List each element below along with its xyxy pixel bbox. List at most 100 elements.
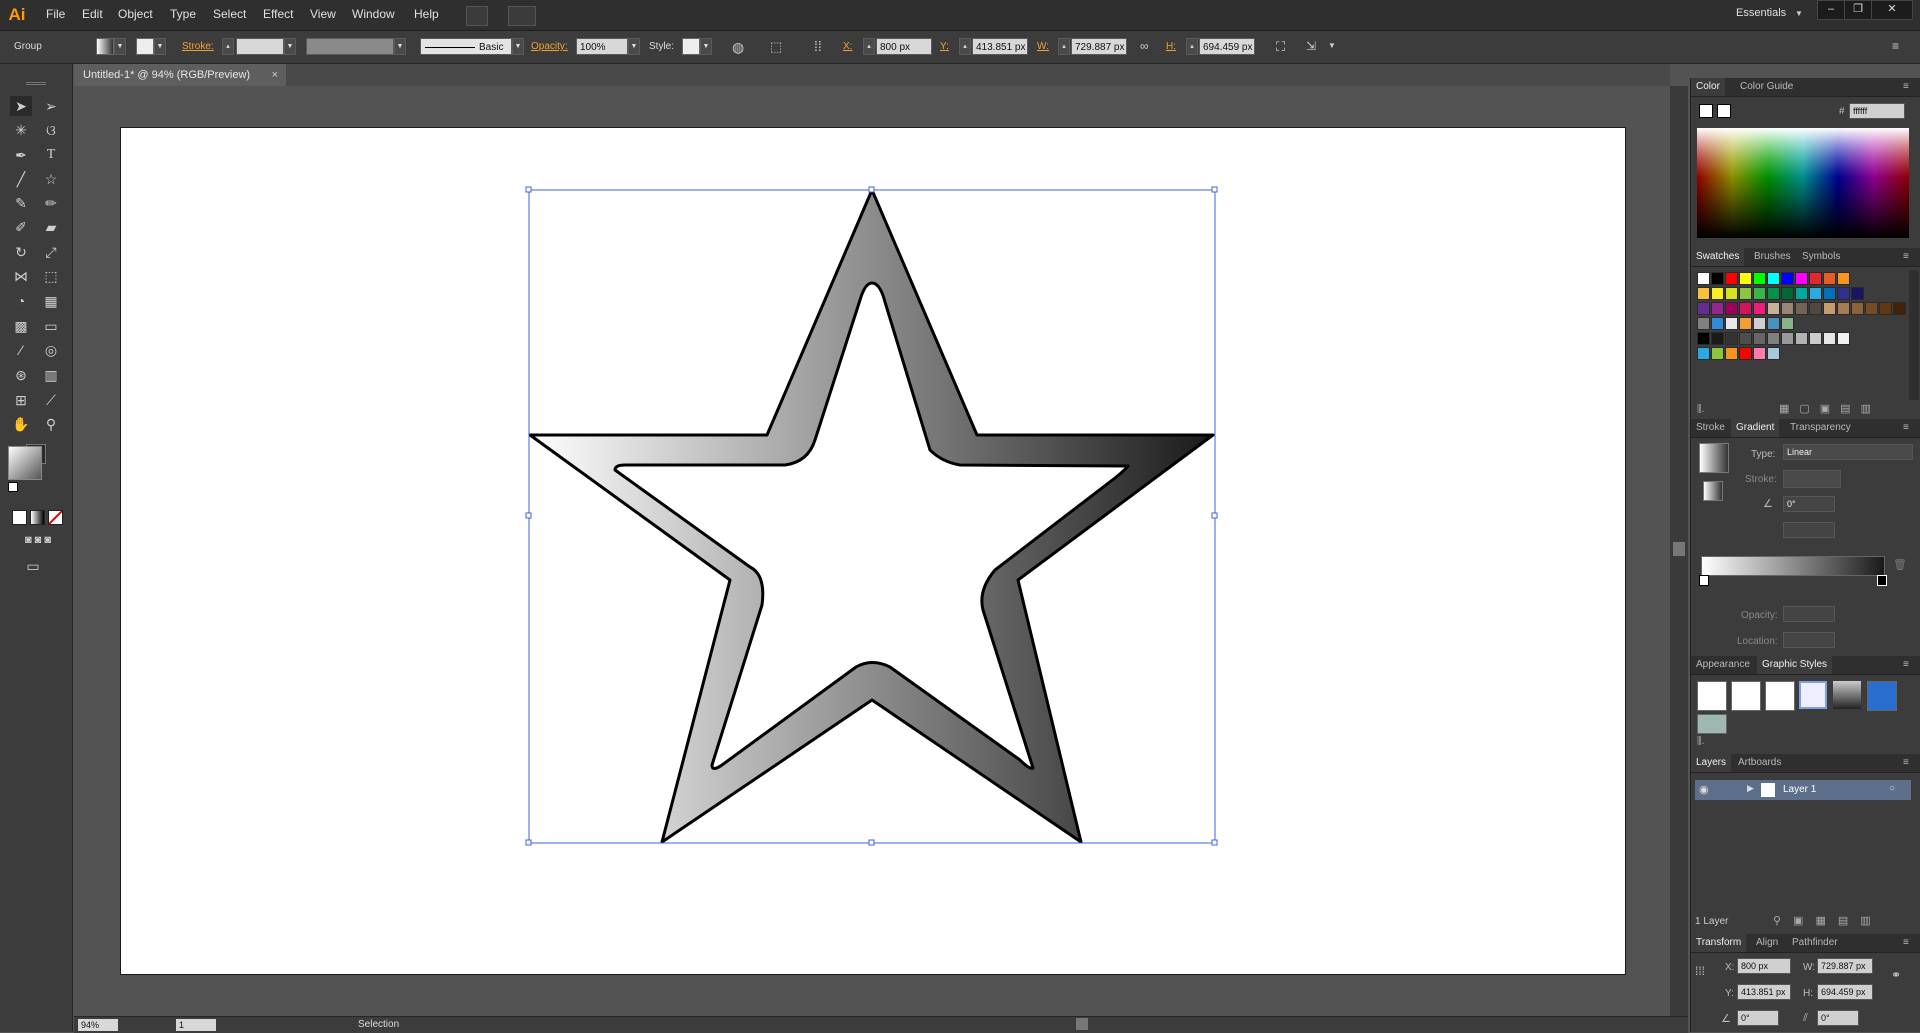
aspect-ratio-field[interactable] — [1783, 522, 1835, 538]
swatch[interactable] — [1739, 272, 1752, 285]
swatch[interactable] — [1879, 302, 1892, 315]
swatch[interactable] — [1753, 332, 1766, 345]
gradient-location-field[interactable] — [1783, 632, 1835, 648]
color-fill-indicator[interactable] — [1699, 104, 1713, 118]
swatch[interactable] — [1865, 302, 1878, 315]
style-yellow-blue[interactable] — [1867, 681, 1897, 711]
swatch[interactable] — [1711, 302, 1724, 315]
layer-visibility-icon[interactable]: ◉ — [1699, 783, 1709, 796]
swatch[interactable] — [1725, 332, 1738, 345]
gradient-stroke-options[interactable] — [1783, 470, 1841, 488]
swatch[interactable] — [1893, 302, 1906, 315]
swatch[interactable] — [1753, 302, 1766, 315]
gradient-type-select[interactable]: Linear — [1783, 444, 1913, 460]
swatch[interactable] — [1753, 272, 1766, 285]
swatch[interactable] — [1711, 272, 1724, 285]
style-texture[interactable] — [1697, 714, 1727, 734]
swatch[interactable] — [1739, 287, 1752, 300]
tab-artboards[interactable]: Artboards — [1733, 754, 1786, 772]
reference-point-locator-icon[interactable]: ⁞⁞⁞ — [1695, 964, 1705, 978]
swatch[interactable] — [1781, 317, 1794, 330]
swatch[interactable] — [1697, 287, 1710, 300]
style-default[interactable] — [1697, 681, 1727, 711]
swatch[interactable] — [1725, 287, 1738, 300]
tab-align[interactable]: Align — [1751, 934, 1783, 952]
swatch[interactable] — [1697, 317, 1710, 330]
swatch[interactable] — [1795, 302, 1808, 315]
style-none[interactable] — [1731, 681, 1761, 711]
swatches-panel-menu-icon[interactable]: ≡ — [1903, 251, 1917, 263]
tab-swatches[interactable]: Swatches — [1691, 248, 1745, 266]
swatch[interactable] — [1767, 287, 1780, 300]
layer-name[interactable]: Layer 1 — [1783, 784, 1816, 795]
swatch[interactable] — [1795, 287, 1808, 300]
transform-y-field[interactable]: 413.851 px — [1737, 984, 1791, 1000]
swatch[interactable] — [1823, 332, 1836, 345]
layer-expand-icon[interactable]: ▶ — [1747, 783, 1754, 794]
style-blue-frame[interactable] — [1799, 681, 1827, 709]
swatch[interactable] — [1795, 332, 1808, 345]
tab-stroke[interactable]: Stroke — [1691, 419, 1730, 437]
constrain-link-icon[interactable]: ⚭ — [1891, 968, 1901, 982]
swatch[interactable] — [1739, 317, 1752, 330]
gradient-panel-menu-icon[interactable]: ≡ — [1903, 422, 1917, 434]
tab-layers[interactable]: Layers — [1691, 754, 1732, 772]
swatch[interactable] — [1725, 317, 1738, 330]
gradient-angle-field[interactable]: 0° — [1783, 496, 1835, 512]
swatch[interactable] — [1809, 332, 1822, 345]
tab-brushes[interactable]: Brushes — [1749, 248, 1796, 266]
horizontal-scroll-thumb[interactable] — [1076, 1018, 1088, 1030]
swatch[interactable] — [1781, 272, 1794, 285]
swatch[interactable] — [1809, 287, 1822, 300]
color-panel-menu-icon[interactable]: ≡ — [1903, 81, 1917, 93]
style-dark-gradient[interactable] — [1833, 681, 1861, 709]
swatch[interactable] — [1837, 287, 1850, 300]
delete-stop-icon[interactable]: 🗑 — [1893, 558, 1907, 571]
swatch[interactable] — [1739, 347, 1752, 360]
style-libraries-icon[interactable]: ⫼. — [1697, 736, 1704, 747]
zoom-field[interactable]: 94% — [78, 1019, 118, 1031]
layer-row[interactable]: ◉ ▶ Layer 1 ○ — [1695, 780, 1911, 800]
tab-color-guide[interactable]: Color Guide — [1735, 78, 1798, 96]
swatch[interactable] — [1823, 272, 1836, 285]
swatch[interactable] — [1697, 347, 1710, 360]
swatch[interactable] — [1697, 302, 1710, 315]
swatch[interactable] — [1753, 347, 1766, 360]
swatch[interactable] — [1739, 302, 1752, 315]
swatch[interactable] — [1823, 287, 1836, 300]
swatch[interactable] — [1837, 272, 1850, 285]
transform-panel-menu-icon[interactable]: ≡ — [1903, 937, 1917, 949]
layers-panel-menu-icon[interactable]: ≡ — [1903, 757, 1917, 769]
swatch[interactable] — [1837, 302, 1850, 315]
swatch[interactable] — [1753, 317, 1766, 330]
gradient-slider[interactable] — [1701, 556, 1885, 576]
tab-pathfinder[interactable]: Pathfinder — [1787, 934, 1843, 952]
style-red-none[interactable] — [1765, 681, 1795, 711]
tab-color[interactable]: Color — [1691, 78, 1725, 96]
transform-shear-field[interactable]: 0° — [1817, 1010, 1859, 1026]
color-spectrum[interactable] — [1697, 128, 1909, 238]
swatch[interactable] — [1795, 272, 1808, 285]
swatch[interactable] — [1725, 302, 1738, 315]
swatch[interactable] — [1823, 302, 1836, 315]
vertical-scrollbar[interactable] — [1670, 86, 1688, 1016]
swatch[interactable] — [1851, 302, 1864, 315]
vertical-scroll-thumb[interactable] — [1673, 542, 1685, 556]
swatch[interactable] — [1711, 287, 1724, 300]
swatch-libraries-icon[interactable]: ⫼. — [1697, 404, 1704, 415]
swatch[interactable] — [1767, 272, 1780, 285]
hex-field[interactable]: ffffff — [1849, 103, 1905, 119]
swatch[interactable] — [1781, 332, 1794, 345]
styles-panel-menu-icon[interactable]: ≡ — [1903, 659, 1917, 671]
gradient-opacity-field[interactable] — [1783, 606, 1835, 622]
swatch[interactable] — [1739, 332, 1752, 345]
layer-target-icon[interactable]: ○ — [1889, 783, 1895, 794]
swatch[interactable] — [1767, 332, 1780, 345]
gradient-stop-end[interactable] — [1877, 575, 1887, 586]
swatch[interactable] — [1711, 347, 1724, 360]
gradient-fill-preview[interactable] — [1699, 443, 1729, 473]
tab-transparency[interactable]: Transparency — [1785, 419, 1856, 437]
swatch[interactable] — [1697, 272, 1710, 285]
star-artwork[interactable] — [0, 0, 1920, 1032]
swatch[interactable] — [1753, 287, 1766, 300]
